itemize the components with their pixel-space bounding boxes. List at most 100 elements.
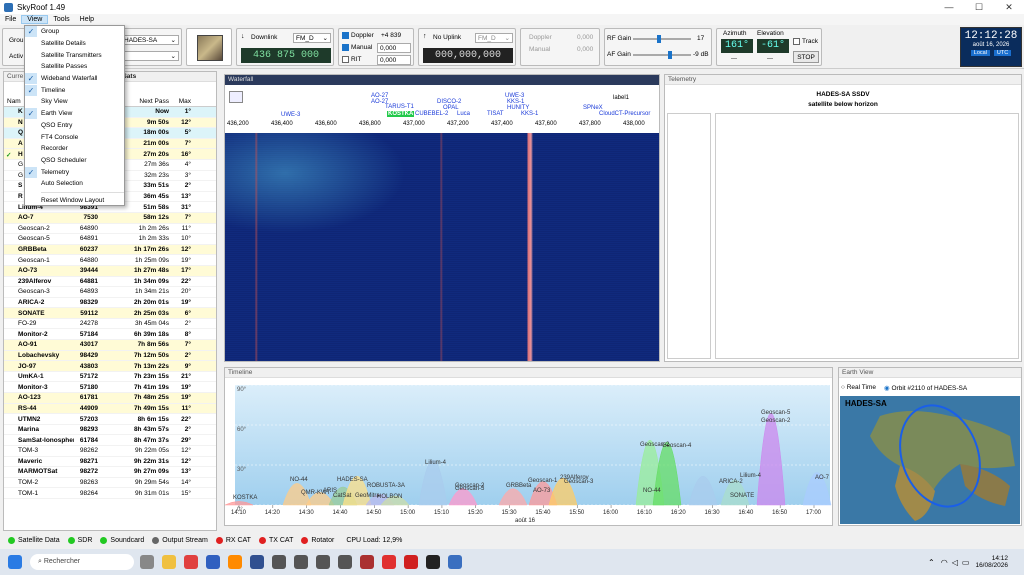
menu-item-qso-scheduler[interactable]: QSO Scheduler bbox=[25, 155, 124, 167]
satellite-row[interactable]: Lobachevsky 98429 7h 12m 50s 2° bbox=[4, 350, 216, 362]
menu-file[interactable]: File bbox=[0, 16, 21, 23]
realtime-radio[interactable]: ○ Real Time bbox=[841, 384, 876, 392]
menu-reset-layout[interactable]: Reset Window Layout bbox=[25, 195, 124, 207]
active-select[interactable]: ⌄ bbox=[121, 51, 179, 61]
satellite-row[interactable]: Monitor-3 57180 7h 41m 19s 19° bbox=[4, 382, 216, 394]
satellite-row[interactable]: JO-97 43803 7h 13m 22s 9° bbox=[4, 361, 216, 372]
downlink-mode-select[interactable]: FM_D ⌄ bbox=[293, 33, 331, 43]
satellite-row[interactable]: GRBBeta 60237 1h 17m 26s 12° bbox=[4, 244, 216, 256]
satellite-row[interactable]: Marina 98293 8h 43m 57s 2° bbox=[4, 425, 216, 436]
satellite-row[interactable]: AO-73 39444 1h 27m 48s 17° bbox=[4, 265, 216, 277]
app-icon-4[interactable] bbox=[316, 555, 330, 569]
satellite-row[interactable]: SamSat-Ionosphere 61784 8h 47m 37s 29° bbox=[4, 435, 216, 446]
clock-local-button[interactable]: Local bbox=[970, 50, 990, 56]
satellite-row[interactable]: Monitor-2 57184 6h 39m 18s 8° bbox=[4, 329, 216, 341]
waterfall-sat-label[interactable]: CUBEBEL-2 bbox=[415, 111, 448, 117]
telemetry-list[interactable] bbox=[667, 113, 711, 359]
menu-item-wideband-waterfall[interactable]: ✓ Wideband Waterfall bbox=[25, 73, 124, 85]
downlink-frequency[interactable]: 436 875 000 bbox=[241, 48, 331, 63]
menu-item-ft4-console[interactable]: FT4 Console bbox=[25, 131, 124, 143]
satellite-row[interactable]: AO-91 43017 7h 8m 56s 7° bbox=[4, 340, 216, 351]
doppler-checkbox[interactable]: Doppler bbox=[342, 32, 374, 39]
minimize-icon[interactable]: — bbox=[934, 2, 964, 12]
rf-gain-slider[interactable] bbox=[633, 35, 691, 43]
tray-chevron-icon[interactable]: ⌃ bbox=[928, 558, 935, 567]
satellite-row[interactable]: Geoscan-3 64893 1h 34m 21s 20° bbox=[4, 287, 216, 298]
rit-checkbox[interactable]: RIT bbox=[342, 56, 361, 63]
satellite-row[interactable]: Maveric 98271 9h 22m 31s 12° bbox=[4, 457, 216, 468]
settings-icon[interactable] bbox=[229, 91, 243, 103]
waterfall-sat-label[interactable]: Luca bbox=[457, 111, 470, 117]
col-max[interactable]: Max bbox=[169, 98, 193, 105]
satellite-row[interactable]: ARICA-2 98329 2h 20m 01s 19° bbox=[4, 298, 216, 309]
menu-item-timeline[interactable]: ✓ Timeline bbox=[25, 84, 124, 96]
status-output[interactable]: Output Stream bbox=[152, 536, 208, 544]
menu-item-telemetry[interactable]: ✓ Telemetry bbox=[25, 166, 124, 178]
app-icon-1[interactable] bbox=[250, 555, 264, 569]
wifi-icon[interactable]: ◠ bbox=[941, 558, 948, 567]
manual-checkbox[interactable]: Manual bbox=[342, 44, 372, 51]
stop-button[interactable]: STOP bbox=[793, 51, 819, 63]
waterfall-sat-label[interactable]: UWE-3 bbox=[281, 112, 300, 118]
word-icon[interactable] bbox=[206, 555, 220, 569]
app-icon-6[interactable] bbox=[360, 555, 374, 569]
app-icon-5[interactable] bbox=[338, 555, 352, 569]
af-gain-slider[interactable] bbox=[633, 51, 691, 59]
satellite-row[interactable]: TOM-3 98262 9h 22m 05s 12° bbox=[4, 446, 216, 457]
taskview-icon[interactable] bbox=[140, 555, 154, 569]
uplink-frequency[interactable]: 000,000,000 bbox=[423, 48, 513, 63]
menu-item-group[interactable]: ✓ Group bbox=[25, 26, 124, 38]
file-explorer-icon[interactable] bbox=[162, 555, 176, 569]
satellite-row[interactable]: SONATE 59112 2h 25m 03s 6° bbox=[4, 308, 216, 319]
waterfall-sat-label[interactable]: TISAT bbox=[487, 111, 504, 117]
uplink-mode-select[interactable]: FM_D ⌄ bbox=[475, 33, 513, 43]
skyroof-taskbar-icon[interactable] bbox=[448, 555, 462, 569]
menu-tools[interactable]: Tools bbox=[48, 16, 74, 23]
satellite-row[interactable]: TOM-2 98263 9h 29m 54s 14° bbox=[4, 478, 216, 489]
satellite-row[interactable]: TOM-1 98264 9h 31m 01s 15° bbox=[4, 488, 216, 499]
timeline-chart[interactable]: 90°60°30°0°14:10 14:20 14:30 14:40 14:50 15:0… bbox=[225, 379, 832, 526]
satellite-select[interactable]: HADES-SA ⌄ bbox=[121, 35, 179, 45]
app-icon-8[interactable] bbox=[404, 555, 418, 569]
track-checkbox[interactable]: Track bbox=[793, 38, 818, 45]
menu-item-qso-entry[interactable]: QSO Entry bbox=[25, 120, 124, 132]
menu-item-earth-view[interactable]: ✓ Earth View bbox=[25, 108, 124, 120]
satellite-row[interactable]: 239Alferov 64881 1h 34m 09s 22° bbox=[4, 277, 216, 288]
windows-start-icon[interactable] bbox=[8, 555, 22, 569]
satellite-row[interactable]: RS-44 44909 7h 49m 15s 11° bbox=[4, 403, 216, 415]
earth-map[interactable] bbox=[840, 396, 1020, 524]
close-icon[interactable]: ✕ bbox=[994, 2, 1024, 13]
orbit-radio[interactable]: ◉ Orbit #2110 of HADES-SA bbox=[884, 384, 967, 392]
menu-item-recorder[interactable]: Recorder bbox=[25, 143, 124, 155]
satellite-row[interactable]: UmKA-1 57172 7h 23m 15s 21° bbox=[4, 372, 216, 383]
maximize-icon[interactable]: ☐ bbox=[964, 2, 994, 13]
menu-item-sky-view[interactable]: Sky View bbox=[25, 96, 124, 108]
menu-view[interactable]: View bbox=[21, 15, 49, 24]
app-icon-7[interactable] bbox=[382, 555, 396, 569]
volume-icon[interactable]: ◁ bbox=[952, 558, 958, 567]
battery-icon[interactable]: ▭ bbox=[962, 558, 970, 567]
menu-item-satellite-details[interactable]: Satellite Details bbox=[25, 38, 124, 50]
satellite-row[interactable]: Geoscan-1 64880 1h 25m 09s 19° bbox=[4, 255, 216, 266]
status-rotator[interactable]: Rotator bbox=[301, 536, 334, 544]
menu-item-satellite-transmitters[interactable]: Satellite Transmitters bbox=[25, 49, 124, 61]
manual-input[interactable]: 0,000 bbox=[377, 43, 411, 53]
taskbar-clock[interactable]: 14:12 16/08/2026 bbox=[975, 555, 1008, 569]
satellite-row[interactable]: AO-123 61781 7h 48m 25s 19° bbox=[4, 393, 216, 404]
rit-input[interactable]: 0,000 bbox=[377, 55, 411, 65]
terminal-icon[interactable] bbox=[426, 555, 440, 569]
satellite-row[interactable]: Geoscan-2 64890 1h 2m 26s 11° bbox=[4, 224, 216, 235]
satellite-row[interactable]: MARMOTSat 98272 9h 27m 09s 13° bbox=[4, 467, 216, 478]
vlc-icon[interactable] bbox=[228, 555, 242, 569]
menu-item-auto-selection[interactable]: Auto Selection bbox=[25, 178, 124, 190]
satellite-row[interactable]: Geoscan-5 64891 1h 2m 33s 10° bbox=[4, 234, 216, 245]
satellite-row[interactable]: FO-29 24278 3h 45m 04s 2° bbox=[4, 319, 216, 330]
taskbar-search[interactable]: ⌕ Rechercher bbox=[30, 554, 134, 570]
app-icon-2[interactable] bbox=[272, 555, 286, 569]
menu-help[interactable]: Help bbox=[75, 16, 99, 23]
clock-utc-button[interactable]: UTC bbox=[993, 50, 1012, 56]
waterfall-sat-label[interactable]: KKS-1 bbox=[521, 111, 538, 117]
chrome-icon[interactable] bbox=[184, 555, 198, 569]
waterfall-spectrogram[interactable] bbox=[225, 133, 659, 361]
waterfall-sat-label[interactable]: TARUS-T1 bbox=[385, 104, 414, 110]
